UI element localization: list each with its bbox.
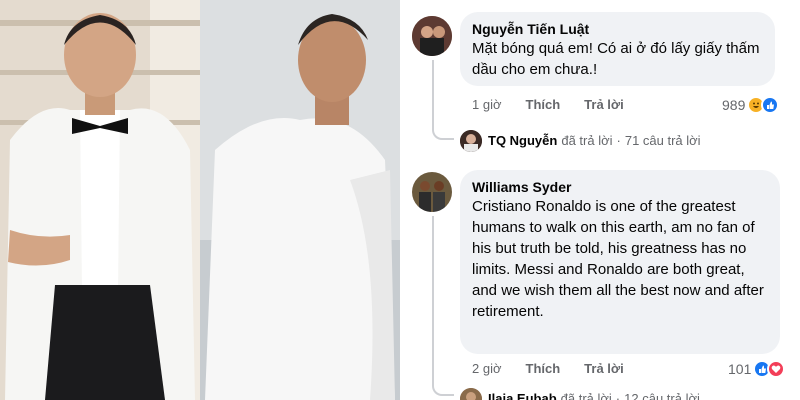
reply-button[interactable]: Trả lời <box>584 97 624 112</box>
reaction-summary[interactable]: 989 <box>722 94 780 116</box>
avatar <box>460 388 482 400</box>
photo-man-in-white-tuxedo <box>0 0 200 400</box>
comments-panel: Nguyễn Tiến Luật Mặt bóng quá em! Có ai … <box>400 0 800 400</box>
reply-action: đã trả lời <box>561 133 613 148</box>
comment-bubble: Nguyễn Tiến Luật Mặt bóng quá em! Có ai … <box>460 12 775 86</box>
comment-author[interactable]: Williams Syder <box>472 178 768 196</box>
reaction-summary[interactable]: 101 <box>728 358 786 380</box>
reply-author: Ilaja Eubab <box>488 391 557 400</box>
comment-actions: 2 giờ Thích Trả lời <box>472 360 624 378</box>
comment-time[interactable]: 1 giờ <box>472 97 502 112</box>
comment-actions: 1 giờ Thích Trả lời <box>472 96 624 114</box>
reaction-count: 989 <box>722 97 746 113</box>
photo-football-player <box>200 0 400 400</box>
comment-author[interactable]: Nguyễn Tiến Luật <box>472 20 763 38</box>
reaction-count: 101 <box>728 361 752 377</box>
replies-summary[interactable]: Ilaja Eubab đã trả lời · 12 câu trả lời <box>460 388 700 400</box>
comment-text: Cristiano Ronaldo is one of the greatest… <box>472 198 764 320</box>
replies-summary[interactable]: TQ Nguyễn đã trả lời · 71 câu trả lời <box>460 130 701 152</box>
separator: · <box>615 391 621 400</box>
reply-button[interactable]: Trả lời <box>584 361 624 376</box>
thread-line <box>432 60 454 140</box>
reply-action: đã trả lời <box>560 391 612 400</box>
like-button[interactable]: Thích <box>526 97 561 112</box>
avatar[interactable] <box>412 16 452 56</box>
thread-line <box>432 216 454 396</box>
like-button[interactable]: Thích <box>526 361 561 376</box>
reply-count: 12 câu trả lời <box>624 391 700 400</box>
reply-author: TQ Nguyễn <box>488 133 558 148</box>
reply-count: 71 câu trả lời <box>624 133 701 148</box>
love-icon <box>767 360 786 378</box>
avatar <box>460 130 482 152</box>
avatar[interactable] <box>412 172 452 212</box>
separator: · <box>616 133 621 148</box>
comment-bubble: Williams Syder Cristiano Ronaldo is one … <box>460 170 780 354</box>
comment-text: Mặt bóng quá em! Có ai ở đó lấy giấy thấ… <box>472 40 760 78</box>
like-icon <box>761 96 780 114</box>
comment-time[interactable]: 2 giờ <box>472 361 502 376</box>
